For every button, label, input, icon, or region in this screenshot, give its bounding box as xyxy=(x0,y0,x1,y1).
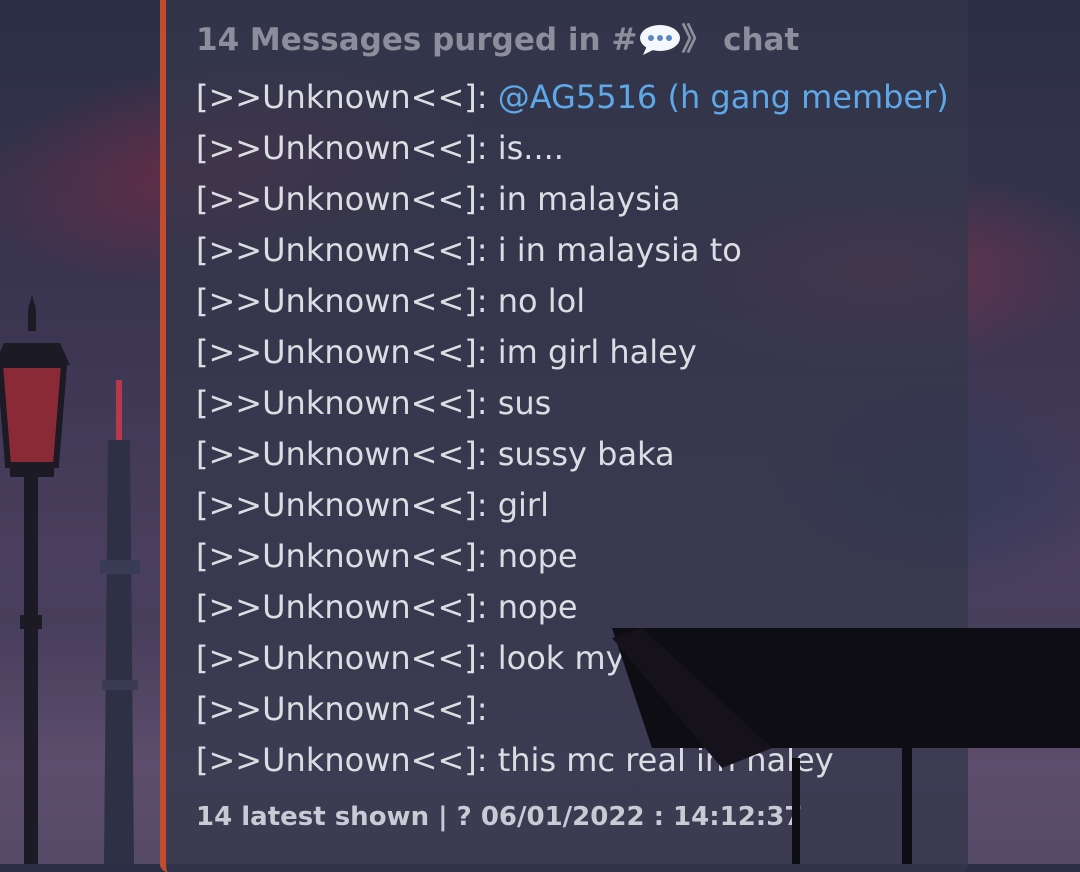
message-author: [>>Unknown<<]: xyxy=(196,78,488,116)
message-author: [>>Unknown<<]: xyxy=(196,435,488,473)
message-line: [>>Unknown<<]: im girl haley xyxy=(196,327,949,378)
message-author: [>>Unknown<<]: xyxy=(196,282,488,320)
message-text: nope xyxy=(497,588,578,626)
message-text: in malaysia xyxy=(497,180,681,218)
message-text: sus xyxy=(497,384,552,422)
billboard-silhouette xyxy=(612,628,1080,864)
message-line: [>>Unknown<<]: girl xyxy=(196,480,949,531)
message-author: [>>Unknown<<]: xyxy=(196,690,488,728)
message-line: [>>Unknown<<]: in malaysia xyxy=(196,174,949,225)
message-text: sussy baka xyxy=(497,435,675,473)
message-line: [>>Unknown<<]: @AG5516 (h gang member) xyxy=(196,72,949,123)
message-author: [>>Unknown<<]: xyxy=(196,588,488,626)
tower-silhouette xyxy=(100,380,140,864)
message-line: [>>Unknown<<]: nope xyxy=(196,582,949,633)
message-text: nope xyxy=(497,537,578,575)
message-text: girl xyxy=(497,486,549,524)
embed-title: 14 Messages purged in # 》 chat xyxy=(196,14,799,59)
embed-title-channel: 》 chat xyxy=(681,22,800,58)
street-lamp-silhouette xyxy=(0,295,70,864)
message-author: [>>Unknown<<]: xyxy=(196,333,488,371)
user-mention[interactable]: @AG5516 (h gang member) xyxy=(498,78,949,116)
message-author: [>>Unknown<<]: xyxy=(196,741,488,779)
message-line: [>>Unknown<<]: is.... xyxy=(196,123,949,174)
message-author: [>>Unknown<<]: xyxy=(196,129,488,167)
embed-title-prefix: 14 Messages purged in # xyxy=(196,22,638,58)
speech-balloon-icon xyxy=(639,24,681,55)
message-text: i in malaysia to xyxy=(497,231,742,269)
message-line: [>>Unknown<<]: sussy baka xyxy=(196,429,949,480)
message-line: [>>Unknown<<]: sus xyxy=(196,378,949,429)
message-line: [>>Unknown<<]: i in malaysia to xyxy=(196,225,949,276)
message-author: [>>Unknown<<]: xyxy=(196,180,488,218)
message-author: [>>Unknown<<]: xyxy=(196,486,488,524)
message-line: [>>Unknown<<]: nope xyxy=(196,531,949,582)
message-line: [>>Unknown<<]: no lol xyxy=(196,276,949,327)
message-author: [>>Unknown<<]: xyxy=(196,537,488,575)
message-author: [>>Unknown<<]: xyxy=(196,639,488,677)
message-text: no lol xyxy=(497,282,586,320)
message-text: im girl haley xyxy=(497,333,697,371)
message-author: [>>Unknown<<]: xyxy=(196,231,488,269)
message-author: [>>Unknown<<]: xyxy=(196,384,488,422)
message-text: is.... xyxy=(497,129,564,167)
